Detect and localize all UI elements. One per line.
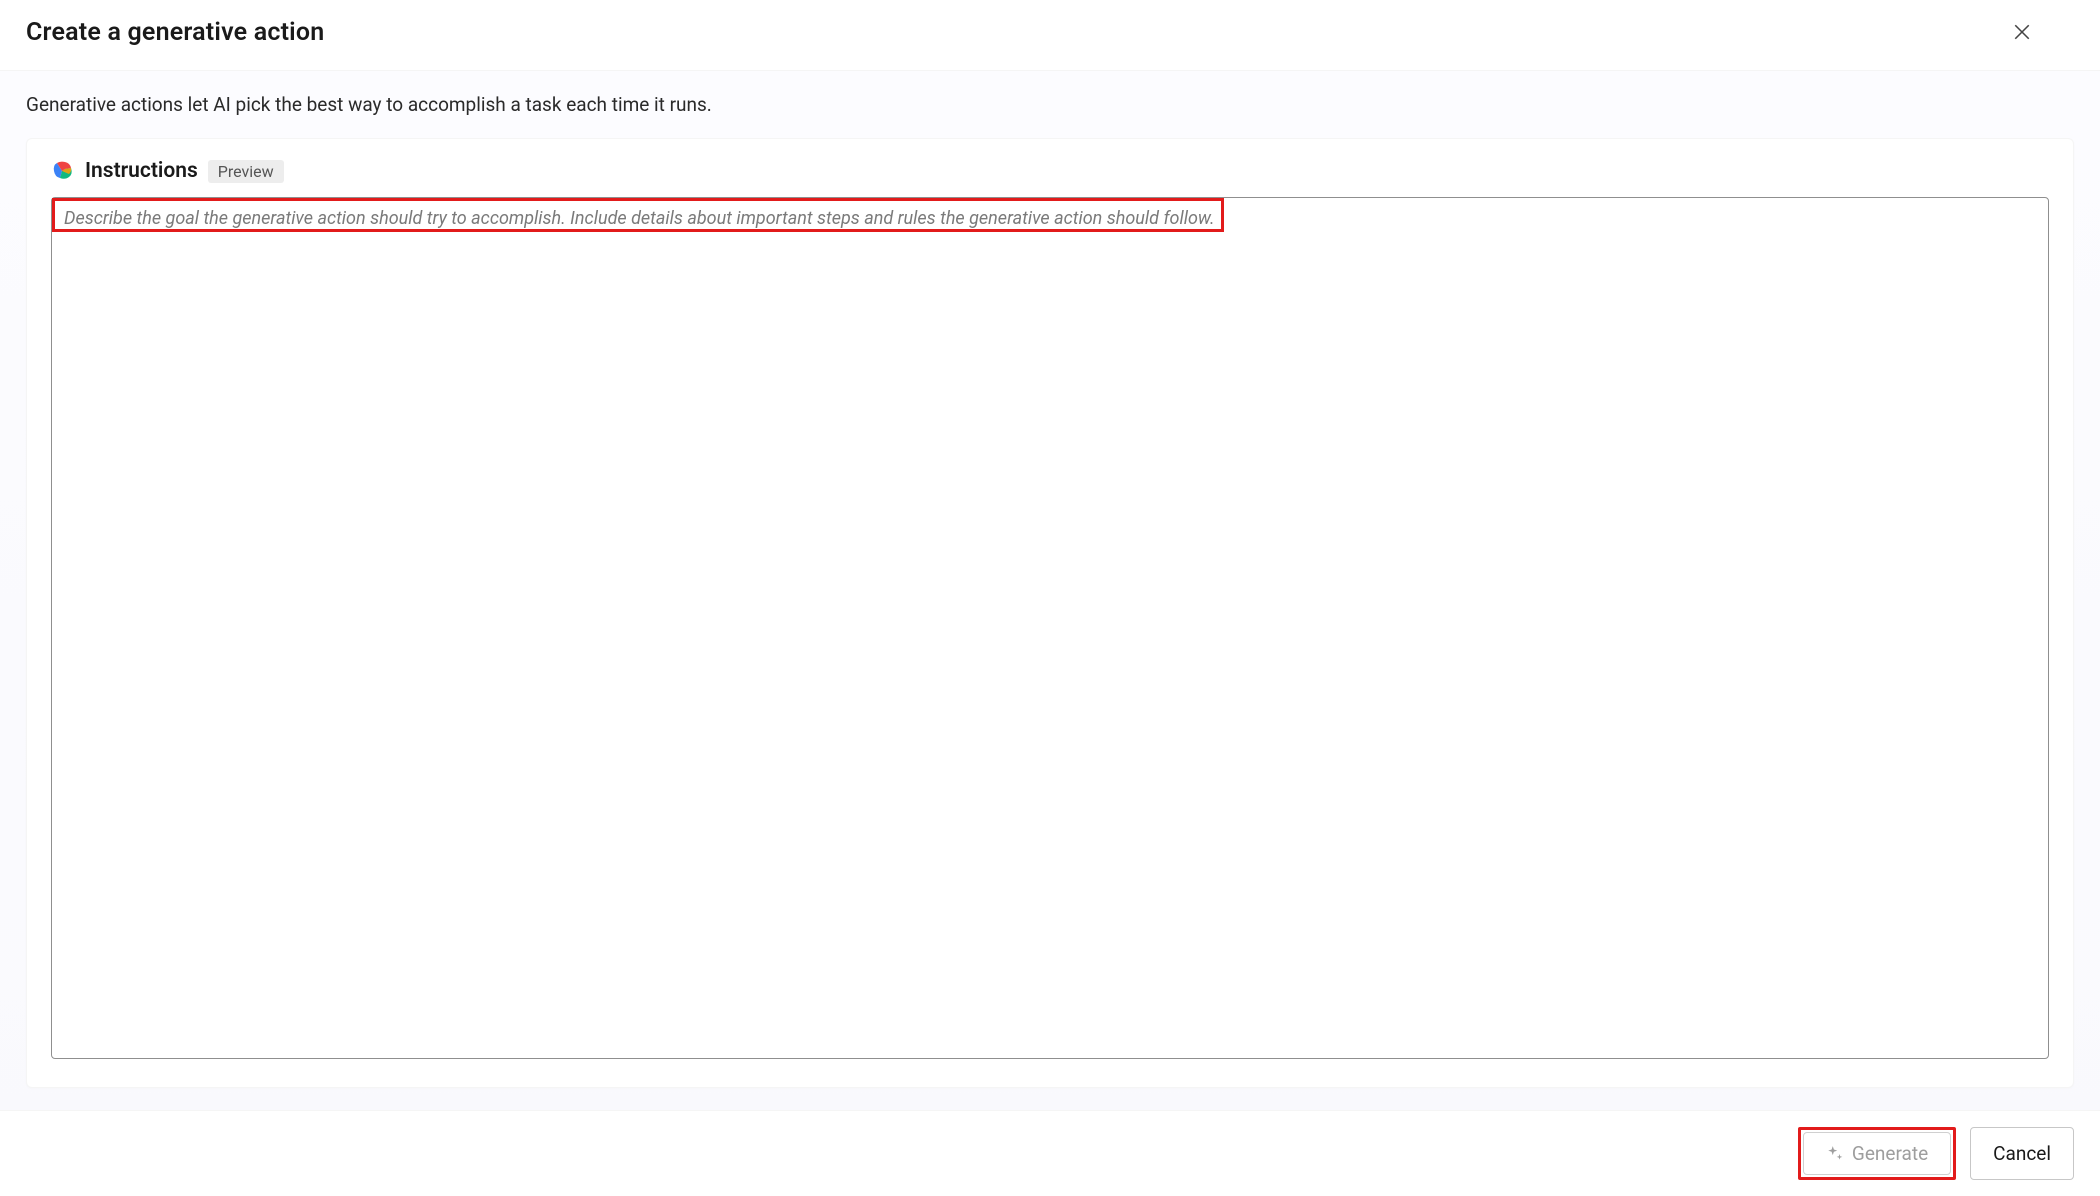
- cancel-button[interactable]: Cancel: [1970, 1127, 2074, 1180]
- dialog-subtext: Generative actions let AI pick the best …: [26, 93, 2074, 116]
- dialog-header: Create a generative action: [0, 0, 2100, 71]
- instructions-header: Instructions Preview: [51, 159, 2049, 183]
- instructions-card: Instructions Preview: [26, 138, 2074, 1088]
- close-icon: [2013, 23, 2031, 41]
- generate-button[interactable]: Generate: [1803, 1132, 1951, 1175]
- dialog-footer: Generate Cancel: [0, 1110, 2100, 1196]
- close-button[interactable]: [2006, 16, 2038, 48]
- generate-button-label: Generate: [1852, 1142, 1928, 1165]
- instructions-title: Instructions: [85, 159, 198, 183]
- dialog-title: Create a generative action: [26, 18, 324, 47]
- cancel-button-label: Cancel: [1993, 1142, 2051, 1165]
- annotation-highlight-generate: Generate: [1798, 1127, 1956, 1180]
- preview-badge: Preview: [208, 160, 284, 183]
- copilot-icon: [51, 159, 75, 183]
- instructions-textarea-wrap: [51, 197, 2049, 1059]
- instructions-textarea[interactable]: [51, 197, 2049, 1059]
- content-area: Generative actions let AI pick the best …: [0, 71, 2100, 1110]
- sparkle-icon: [1826, 1145, 1844, 1163]
